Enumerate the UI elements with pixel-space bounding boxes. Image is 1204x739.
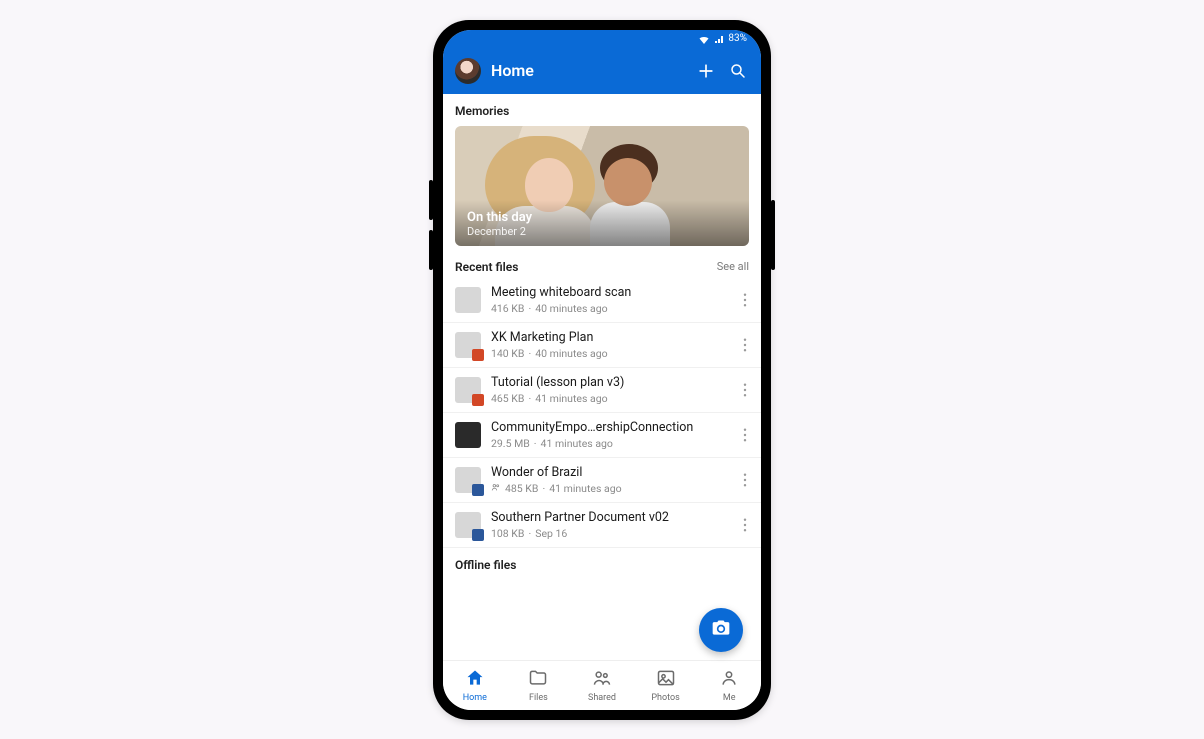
recent-label: Recent files [455,260,518,274]
file-time: 41 minutes ago [535,392,607,405]
avatar[interactable] [455,58,481,84]
phone-button-power [771,200,775,270]
file-main: Wonder of Brazil 485 KB·41 minutes ago [491,465,725,495]
nav-label: Shared [588,693,616,703]
nav-label: Home [463,693,487,703]
camera-fab[interactable] [699,608,743,652]
file-time: 41 minutes ago [549,482,621,495]
file-main: Meeting whiteboard scan 416 KB·40 minutes… [491,285,725,315]
file-name: Meeting whiteboard scan [491,285,725,300]
file-name: Wonder of Brazil [491,465,725,480]
photos-icon [656,668,676,692]
recent-file-list: Meeting whiteboard scan 416 KB·40 minutes… [443,278,761,548]
memories-overlay: On this day December 2 [455,200,749,246]
signal-icon [714,34,724,44]
memories-title: On this day [467,210,737,225]
more-button[interactable] [735,518,755,532]
more-button[interactable] [735,428,755,442]
recent-header: Recent files See all [443,252,761,278]
file-main: CommunityEmpo…ershipConnection 29.5 MB·41… [491,420,725,450]
memories-card[interactable]: On this day December 2 [455,126,749,246]
more-button[interactable] [735,383,755,397]
file-name: Tutorial (lesson plan v3) [491,375,725,390]
file-name: CommunityEmpo…ershipConnection [491,420,725,435]
more-button[interactable] [735,293,755,307]
file-thumbnail [455,422,481,448]
file-time: 40 minutes ago [535,302,607,315]
file-meta: 29.5 MB·41 minutes ago [491,437,725,450]
phone-button-volume-up [429,180,433,220]
file-time: 40 minutes ago [535,347,607,360]
nav-label: Files [529,693,548,703]
battery-text: 83% [728,33,747,44]
file-time: 41 minutes ago [541,437,613,450]
person-icon [719,668,739,692]
more-button[interactable] [735,338,755,352]
file-main: Tutorial (lesson plan v3) 465 KB·41 minut… [491,375,725,405]
nav-me[interactable]: Me [697,661,761,710]
file-row[interactable]: CommunityEmpo…ershipConnection 29.5 MB·41… [443,413,761,458]
file-name: XK Marketing Plan [491,330,725,345]
shared-icon [592,668,612,692]
nav-label: Photos [651,693,679,703]
file-row[interactable]: Wonder of Brazil 485 KB·41 minutes ago [443,458,761,503]
file-thumbnail [455,467,481,493]
file-row[interactable]: Tutorial (lesson plan v3) 465 KB·41 minut… [443,368,761,413]
shared-icon [491,482,501,495]
folder-icon [528,668,548,692]
status-bar: 83% [443,30,761,48]
file-size: 140 KB [491,347,524,360]
search-button[interactable] [727,60,749,82]
file-meta: 485 KB·41 minutes ago [491,482,725,495]
memories-label: Memories [443,94,761,126]
file-time: Sep 16 [535,527,567,540]
offline-label: Offline files [443,548,761,576]
content-scroll[interactable]: Memories On this day December 2 Recent f… [443,94,761,660]
nav-photos[interactable]: Photos [634,661,698,710]
file-name: Southern Partner Document v02 [491,510,725,525]
more-button[interactable] [735,473,755,487]
file-thumbnail [455,512,481,538]
nav-label: Me [723,693,736,703]
memories-date: December 2 [467,225,737,238]
phone-frame: 83% Home Memories On this d [433,20,771,720]
file-meta: 108 KB·Sep 16 [491,527,725,540]
file-meta: 140 KB·40 minutes ago [491,347,725,360]
app-bar: Home [443,48,761,94]
file-thumbnail [455,377,481,403]
home-icon [465,668,485,692]
nav-files[interactable]: Files [507,661,571,710]
add-button[interactable] [695,60,717,82]
file-meta: 465 KB·41 minutes ago [491,392,725,405]
file-row[interactable]: Southern Partner Document v02 108 KB·Sep … [443,503,761,548]
file-row[interactable]: Meeting whiteboard scan 416 KB·40 minutes… [443,278,761,323]
file-size: 465 KB [491,392,524,405]
see-all-link[interactable]: See all [717,260,749,273]
file-size: 416 KB [491,302,524,315]
screen: 83% Home Memories On this d [443,30,761,710]
camera-icon [711,618,731,642]
file-row[interactable]: XK Marketing Plan 140 KB·40 minutes ago [443,323,761,368]
file-size: 485 KB [505,482,538,495]
wifi-icon [698,34,710,44]
file-main: Southern Partner Document v02 108 KB·Sep … [491,510,725,540]
nav-home[interactable]: Home [443,661,507,710]
bottom-nav: Home Files Shared Photos Me [443,660,761,710]
file-size: 29.5 MB [491,437,530,450]
file-meta: 416 KB·40 minutes ago [491,302,725,315]
page-title: Home [491,61,685,80]
file-main: XK Marketing Plan 140 KB·40 minutes ago [491,330,725,360]
file-thumbnail [455,332,481,358]
file-size: 108 KB [491,527,524,540]
nav-shared[interactable]: Shared [570,661,634,710]
phone-button-volume-down [429,230,433,270]
file-thumbnail [455,287,481,313]
